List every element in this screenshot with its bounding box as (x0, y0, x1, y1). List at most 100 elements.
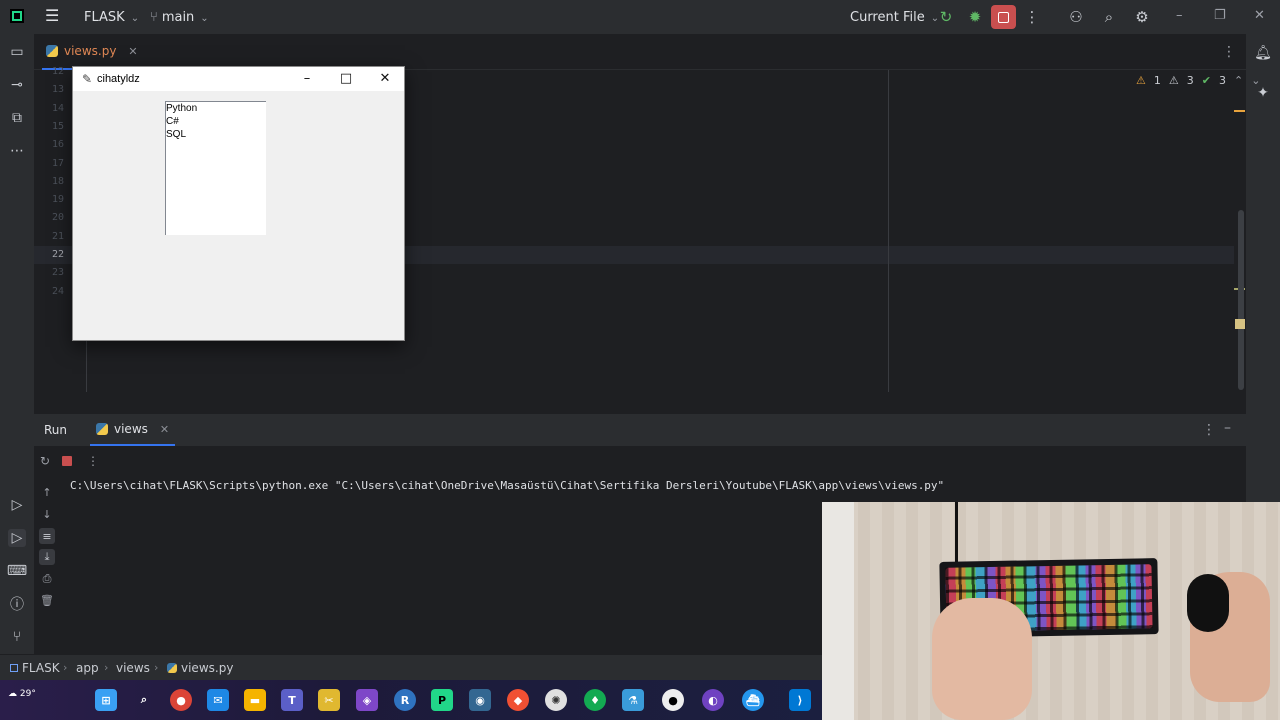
project-selector[interactable]: FLASK ⌄ (84, 10, 139, 25)
editor-scrollbar[interactable] (1238, 210, 1244, 390)
close-tab-icon[interactable]: ✕ (128, 45, 137, 58)
mail-icon[interactable]: ✉ (207, 689, 229, 711)
more-icon[interactable]: ⋮ (86, 454, 100, 468)
github-icon[interactable]: ● (662, 689, 684, 711)
run-tab-views[interactable]: views ✕ (90, 414, 176, 446)
file-explorer-icon[interactable]: ▬ (244, 689, 266, 711)
postgres-icon[interactable]: ◉ (469, 689, 491, 711)
breadcrumb-item[interactable]: FLASK (22, 661, 60, 675)
keyboard-cable (955, 502, 958, 564)
run-config-selector[interactable]: Current File ⌄ (850, 10, 939, 25)
arrow-up-icon[interactable]: ↑ (39, 484, 55, 500)
warning-stripe-mark[interactable] (1234, 110, 1245, 112)
breadcrumb-item[interactable]: app (76, 661, 99, 675)
run-panel-title: Run (44, 423, 68, 437)
git-tool-icon[interactable]: ◆ (507, 689, 529, 711)
tk-window-titlebar[interactable]: ✎ cihatyldz – □ ✕ (73, 67, 404, 91)
breadcrumb-file-label: views.py (181, 661, 234, 675)
tk-maximize-icon[interactable]: □ (338, 71, 354, 86)
tk-listbox[interactable]: Python C# SQL (165, 101, 266, 235)
services-icon[interactable]: ▷ (8, 496, 26, 514)
taskbar-search-icon[interactable]: ⌕ (133, 689, 155, 711)
line-number: 21 (51, 230, 64, 242)
weather-widget[interactable]: ☁ 29° (8, 689, 36, 699)
chevron-down-icon: ⌄ (200, 13, 209, 24)
arrow-down-icon[interactable]: ↓ (39, 506, 55, 522)
close-tab-icon[interactable]: ✕ (160, 423, 169, 436)
stop-button[interactable] (991, 5, 1016, 29)
visual-studio-icon[interactable]: ◈ (356, 689, 378, 711)
run-tab-label: views (114, 422, 148, 436)
line-number: 16 (51, 139, 64, 151)
print-icon[interactable]: ⎙ (39, 571, 55, 587)
anaconda-icon[interactable]: ✺ (545, 689, 567, 711)
docker-icon[interactable]: ⛴ (742, 689, 764, 711)
rerun-icon[interactable]: ↻ (937, 8, 955, 26)
console-output-line: C:\Users\cihat\FLASK\Scripts\python.exe … (70, 479, 945, 492)
terminal-icon[interactable]: ⌨ (7, 562, 27, 580)
line-number: 22 (51, 249, 64, 260)
chevron-down-icon[interactable]: ⌄ (1251, 74, 1260, 87)
problems-icon[interactable]: ⓘ (8, 595, 26, 613)
soft-wrap-icon[interactable]: ≡ (39, 528, 55, 544)
chrome-icon[interactable]: ● (170, 689, 192, 711)
weather-icon: ☁ (8, 689, 17, 699)
search-icon[interactable]: ⌕ (1100, 8, 1118, 26)
run-options-icon[interactable]: ⋮ (1202, 422, 1216, 438)
start-windows-icon[interactable]: ⊞ (95, 689, 117, 711)
network-icon[interactable]: ⚗ (622, 689, 644, 711)
breadcrumb-file[interactable]: views.py (167, 661, 233, 675)
breadcrumb-item[interactable]: views (116, 661, 150, 675)
close-icon[interactable]: ✕ (1254, 8, 1265, 23)
commit-icon[interactable]: ⊸ (8, 76, 26, 94)
pycharm-icon[interactable]: P (431, 689, 453, 711)
listbox-item[interactable]: Python (166, 102, 197, 115)
wall (822, 502, 854, 720)
tab-options-icon[interactable]: ⋮ (1222, 44, 1236, 60)
line-number: 13 (51, 84, 64, 96)
project-folder-icon[interactable]: ▭ (8, 43, 26, 61)
vscode-icon[interactable]: ⟩ (789, 689, 811, 711)
inspection-widget[interactable]: ⚠ 1 ⚠ 3 ✔ 3 ⌃ ⌄ (1136, 74, 1260, 87)
git-icon[interactable]: ⑂ (8, 628, 26, 646)
hide-panel-icon[interactable]: – (1224, 420, 1231, 436)
notifications-bell-icon[interactable]: 🔔︎ (1254, 44, 1272, 62)
line-number: 17 (51, 157, 64, 169)
scroll-to-end-icon[interactable]: ⤓ (39, 549, 55, 565)
tk-close-icon[interactable]: ✕ (377, 71, 393, 86)
stop-icon (62, 456, 72, 466)
structure-icon[interactable]: ⧉ (8, 109, 26, 127)
typo-check-icon: ✔ (1201, 74, 1211, 87)
rerun-icon[interactable]: ↻ (38, 454, 52, 468)
more-actions-icon[interactable]: ⋮ (1023, 8, 1041, 26)
warning-icon: ⚠ (1136, 74, 1146, 87)
run-tool-icon[interactable]: ▷ (8, 529, 26, 547)
listbox-item[interactable]: C# (166, 115, 179, 128)
warning-count: 1 (1153, 74, 1161, 87)
tk-window-title: cihatyldz (97, 73, 140, 85)
minimize-icon[interactable]: – (1176, 8, 1183, 23)
main-menu-icon[interactable]: ☰ (45, 8, 59, 24)
settings-gear-icon[interactable]: ⚙ (1133, 8, 1151, 26)
tab-views-py[interactable]: views.py ✕ (42, 34, 148, 70)
restore-icon[interactable]: ❐ (1214, 8, 1226, 23)
debug-icon[interactable]: ✹ (966, 8, 984, 26)
branch-name: main (161, 10, 195, 25)
r-icon[interactable]: R (394, 689, 416, 711)
listbox-item[interactable]: SQL (166, 128, 186, 141)
breadcrumb-module-icon (10, 661, 22, 675)
teams-icon[interactable]: T (281, 689, 303, 711)
mongodb-icon[interactable]: ♦ (584, 689, 606, 711)
run-toolbar: ↻ ⋮ (34, 446, 1246, 476)
tk-app-window[interactable]: ✎ cihatyldz – □ ✕ Python C# SQL (72, 66, 405, 341)
trash-icon[interactable]: 🗑︎ (39, 592, 55, 608)
stop-run-button[interactable] (60, 454, 74, 468)
branch-selector[interactable]: ⑂ main ⌄ (150, 10, 209, 25)
eclipse-icon[interactable]: ◐ (702, 689, 724, 711)
tk-minimize-icon[interactable]: – (299, 71, 315, 86)
more-tools-icon[interactable]: ⋯ (8, 142, 26, 160)
chevron-down-icon: ⌄ (130, 13, 140, 24)
chevron-up-icon[interactable]: ⌃ (1234, 74, 1243, 87)
snipping-tool-icon[interactable]: ✂ (318, 689, 340, 711)
add-user-icon[interactable]: ⚇ (1067, 8, 1085, 26)
